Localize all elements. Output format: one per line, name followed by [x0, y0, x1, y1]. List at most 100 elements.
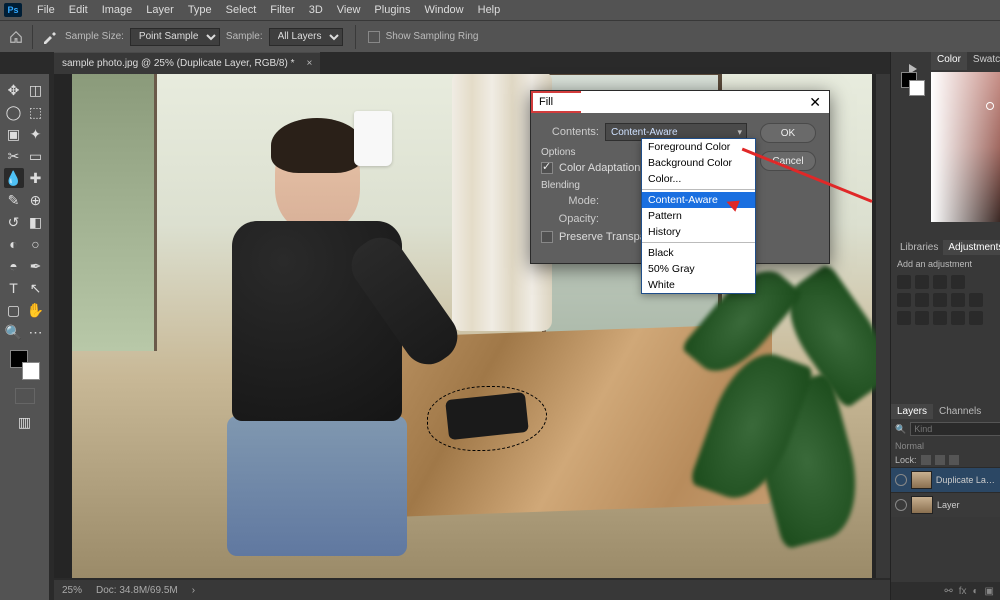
object-select-tool-icon[interactable]: ▣ [4, 124, 24, 144]
search-icon[interactable]: 🔍 [895, 424, 906, 435]
menu-3d[interactable]: 3D [302, 4, 330, 16]
status-chevron-icon[interactable]: › [192, 585, 195, 596]
lasso-tool-icon[interactable]: ◯ [4, 102, 24, 122]
blend-mode-select[interactable]: Normal [895, 441, 924, 451]
zoom-tool-icon[interactable]: 🔍 [4, 322, 24, 342]
close-icon[interactable]: ✕ [809, 94, 821, 111]
close-tab-icon[interactable]: × [307, 58, 313, 69]
lock-pixels-icon[interactable] [921, 455, 931, 465]
dropdown-option[interactable]: Black [642, 245, 755, 261]
type-tool-icon[interactable]: T [4, 278, 24, 298]
menu-type[interactable]: Type [181, 4, 219, 16]
dropdown-option[interactable]: History [642, 224, 755, 240]
mask-icon[interactable]: ◐ [973, 586, 979, 597]
dialog-titlebar[interactable]: Fill ✕ [531, 91, 829, 113]
menu-layer[interactable]: Layer [139, 4, 181, 16]
vertical-scrollbar[interactable] [876, 74, 890, 578]
crop-tool-icon[interactable]: ✂ [4, 146, 24, 166]
menu-window[interactable]: Window [418, 4, 471, 16]
healing-tool-icon[interactable]: ✚ [26, 168, 46, 188]
shape-tool-icon[interactable]: ▢ [4, 300, 24, 320]
adj-levels-icon[interactable] [915, 275, 929, 289]
adj-invert-icon[interactable] [897, 311, 911, 325]
menu-filter[interactable]: Filter [263, 4, 301, 16]
new-folder-icon[interactable]: ▣ [985, 586, 994, 597]
frame-tool-icon[interactable]: ▭ [26, 146, 46, 166]
dropdown-option[interactable]: Pattern [642, 208, 755, 224]
dodge-tool-icon[interactable]: ◓ [4, 256, 24, 276]
adj-curves-icon[interactable] [933, 275, 947, 289]
visibility-toggle-icon[interactable] [895, 499, 907, 511]
eyedropper-tool-icon[interactable]: 💧 [4, 168, 24, 188]
adj-threshold-icon[interactable] [933, 311, 947, 325]
adj-photo-filter-icon[interactable] [969, 293, 983, 307]
marquee-tool-icon[interactable]: ⬚ [26, 102, 46, 122]
menu-view[interactable]: View [330, 4, 368, 16]
link-layers-icon[interactable]: ⚯ [944, 586, 952, 597]
more-tools-icon[interactable]: ⋯ [26, 322, 46, 342]
tab-channels[interactable]: Channels [933, 404, 987, 419]
menu-select[interactable]: Select [219, 4, 264, 16]
show-sampling-ring-checkbox[interactable] [368, 31, 380, 43]
home-icon[interactable] [6, 27, 26, 47]
adj-balance-icon[interactable] [933, 293, 947, 307]
tab-layers[interactable]: Layers [891, 404, 933, 419]
path-tool-icon[interactable]: ↖ [26, 278, 46, 298]
dropdown-option[interactable]: Foreground Color [642, 139, 755, 155]
add-adjustment-label: Add an adjustment [895, 255, 996, 273]
dropdown-option[interactable]: 50% Gray [642, 261, 755, 277]
foreground-background-swatch[interactable] [901, 72, 925, 96]
blur-tool-icon[interactable]: ○ [26, 234, 46, 254]
eraser-tool-icon[interactable]: ◧ [26, 212, 46, 232]
adj-hue-icon[interactable] [915, 293, 929, 307]
dropdown-option[interactable]: White [642, 277, 755, 293]
color-adaptation-checkbox[interactable] [541, 162, 553, 174]
zoom-readout[interactable]: 25% [62, 585, 82, 596]
color-swatch-toggle[interactable] [10, 350, 40, 380]
tab-swatches[interactable]: Swatches [967, 52, 1000, 70]
dropdown-option[interactable]: Background Color [642, 155, 755, 171]
artboard-tool-icon[interactable]: ◫ [26, 80, 46, 100]
sample-size-select[interactable]: Point Sample [130, 28, 220, 46]
dropdown-option[interactable]: Color... [642, 171, 755, 187]
layer-row[interactable]: Layer [891, 492, 1000, 517]
screen-mode-icon[interactable]: ▥ [15, 412, 35, 432]
layer-fx-icon[interactable]: fx [959, 586, 967, 597]
adj-exposure-icon[interactable] [951, 275, 965, 289]
adj-bw-icon[interactable] [951, 293, 965, 307]
layer-row[interactable]: Duplicate Layer [891, 467, 1000, 492]
quick-mask-toggle[interactable] [15, 388, 35, 404]
clone-tool-icon[interactable]: ⊕ [26, 190, 46, 210]
color-picker[interactable] [931, 72, 1000, 222]
gradient-tool-icon[interactable]: ◐ [4, 234, 24, 254]
sample-select[interactable]: All Layers [269, 28, 343, 46]
adj-gradmap-icon[interactable] [951, 311, 965, 325]
quick-select-tool-icon[interactable]: ✦ [26, 124, 46, 144]
menu-help[interactable]: Help [471, 4, 508, 16]
lock-all-icon[interactable] [949, 455, 959, 465]
preserve-transparency-checkbox[interactable] [541, 231, 553, 243]
tab-color[interactable]: Color [931, 52, 967, 70]
menu-plugins[interactable]: Plugins [367, 4, 417, 16]
adj-brightness-icon[interactable] [897, 275, 911, 289]
tab-libraries[interactable]: Libraries [895, 240, 943, 255]
tab-adjustments[interactable]: Adjustments [943, 240, 1000, 255]
document-tab[interactable]: sample photo.jpg @ 25% (Duplicate Layer,… [54, 52, 320, 74]
adj-poster-icon[interactable] [915, 311, 929, 325]
adj-selective-icon[interactable] [969, 311, 983, 325]
pen-tool-icon[interactable]: ✒ [26, 256, 46, 276]
layers-footer: ⚯ fx ◐ ▣ [891, 582, 1000, 600]
brush-tool-icon[interactable]: ✎ [4, 190, 24, 210]
hand-tool-icon[interactable]: ✋ [26, 300, 46, 320]
history-brush-tool-icon[interactable]: ↺ [4, 212, 24, 232]
visibility-toggle-icon[interactable] [895, 474, 907, 486]
layer-filter-input[interactable] [910, 422, 1000, 436]
menu-edit[interactable]: Edit [62, 4, 95, 16]
move-tool-icon[interactable]: ✥ [4, 80, 24, 100]
adj-vibrance-icon[interactable] [897, 293, 911, 307]
ok-button[interactable]: OK [760, 123, 816, 143]
menu-file[interactable]: File [30, 4, 62, 16]
eyedropper-tool-icon[interactable] [39, 27, 59, 47]
lock-position-icon[interactable] [935, 455, 945, 465]
menu-image[interactable]: Image [95, 4, 140, 16]
